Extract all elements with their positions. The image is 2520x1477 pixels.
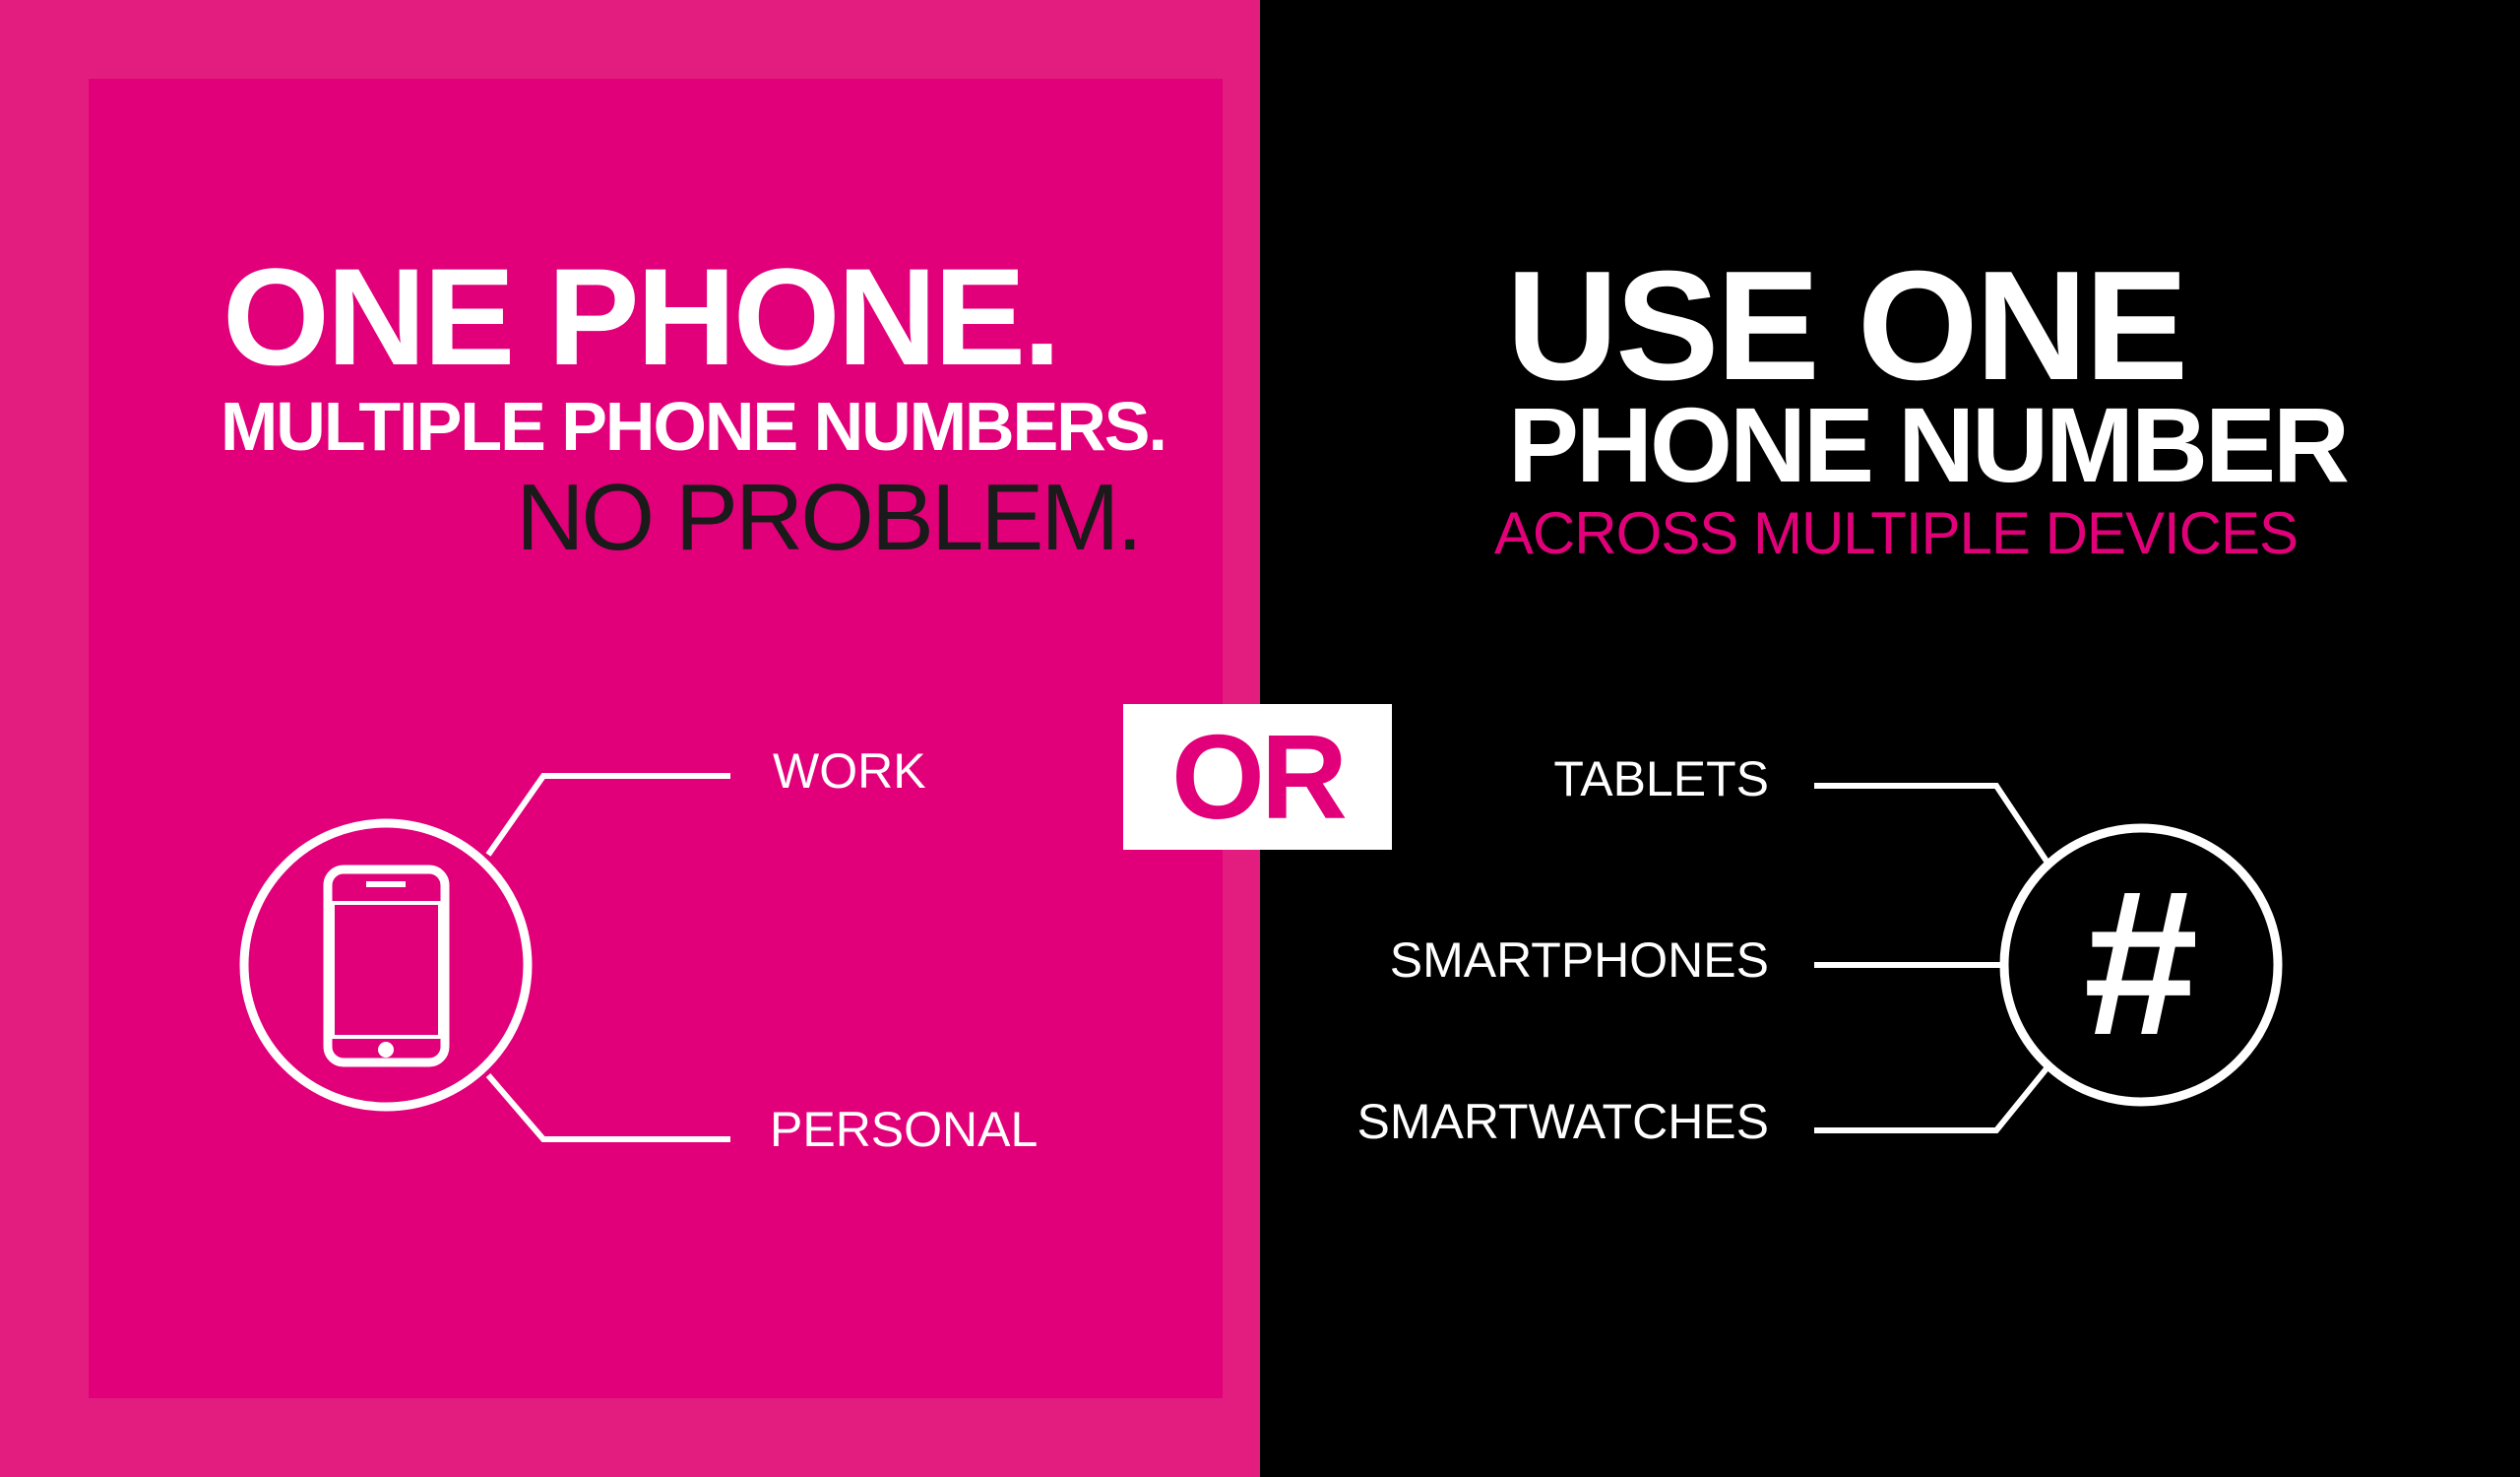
- smartphone-icon: [323, 865, 450, 1067]
- tablets-connector-line: [1814, 783, 2050, 865]
- or-badge: OR: [1123, 704, 1392, 850]
- label-smartphones: SMARTPHONES: [1389, 932, 1769, 988]
- right-tagline: ACROSS MULTIPLE DEVICES: [1493, 500, 2299, 566]
- left-tagline: NO PROBLEM.: [516, 465, 1143, 570]
- hashtag-icon: #: [2083, 847, 2199, 1078]
- work-connector-line: [485, 773, 730, 857]
- right-subheadline: PHONE NUMBER: [1508, 385, 2350, 504]
- label-work: WORK: [773, 743, 926, 799]
- personal-connector-line: [485, 1073, 730, 1142]
- left-headline: ONE PHONE.: [222, 239, 1061, 394]
- left-subheadline: MULTIPLE PHONE NUMBERS.: [220, 388, 1167, 465]
- smartwatches-connector-line: [1814, 1065, 2050, 1133]
- label-tablets: TABLETS: [1553, 751, 1769, 806]
- right-headline: USE ONE: [1506, 239, 2188, 413]
- label-personal: PERSONAL: [770, 1102, 1039, 1157]
- label-smartwatches: SMARTWATCHES: [1356, 1094, 1769, 1149]
- or-text: OR: [1171, 710, 1348, 844]
